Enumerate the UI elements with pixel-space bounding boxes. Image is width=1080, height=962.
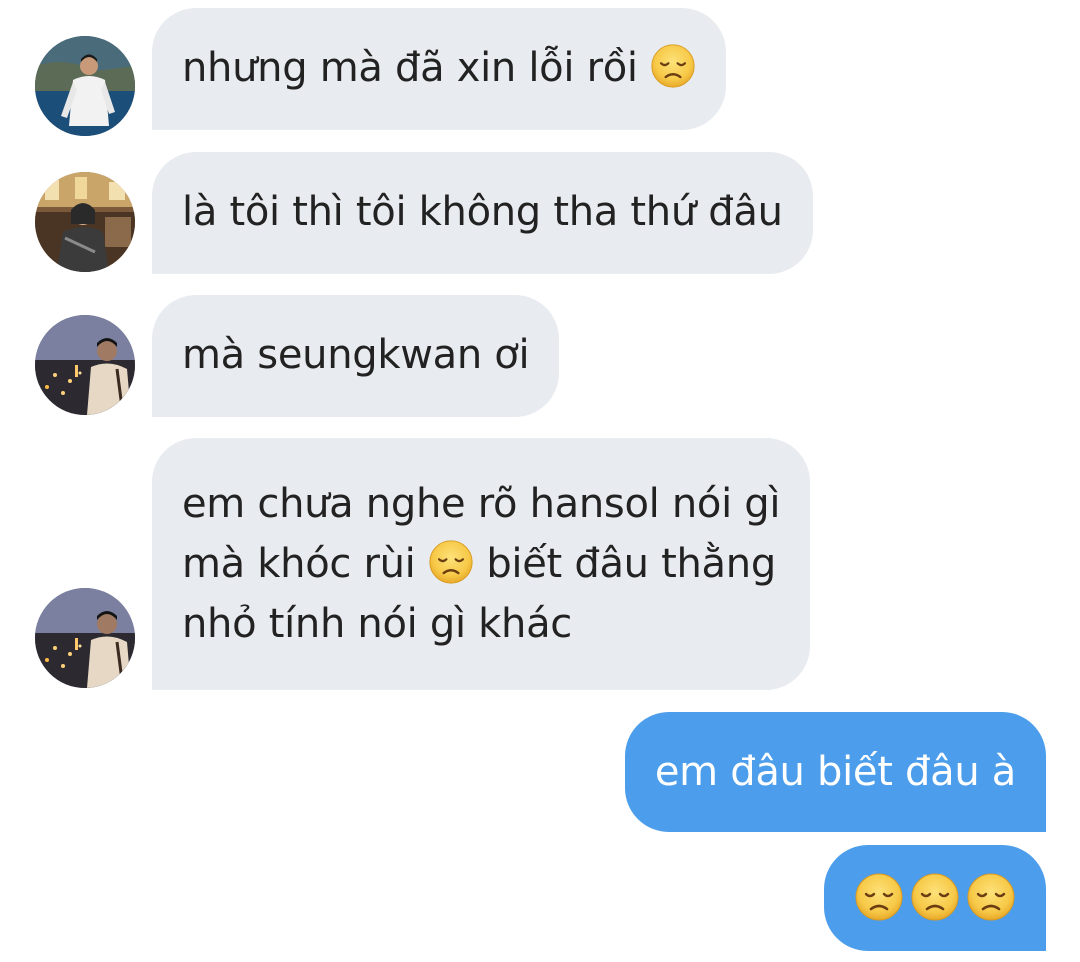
message-bubble-outgoing[interactable]: em đâu biết đâu à [624,712,1046,832]
avatar-man-night-city-icon[interactable] [35,315,135,415]
disappointed-face-icon [650,43,696,89]
chat-thread: nhưng mà đã xin lỗi rồi là tôi thì tôi k… [0,0,1080,962]
avatar-man-night-city-icon[interactable] [35,588,135,688]
message-bubble-outgoing[interactable] [824,845,1046,951]
message-row: mà seungkwan ơi [0,295,1080,417]
message-row: là tôi thì tôi không tha thứ đâu [0,152,1080,274]
message-text: mà seungkwan ơi [182,332,530,378]
message-text: là tôi thì tôi không tha thứ đâu [182,189,783,235]
disappointed-face-icon [428,539,474,585]
message-text: mà khóc rùi [182,541,416,587]
avatar-man-white-shirt-icon[interactable] [35,36,135,136]
message-text-line: em chưa nghe rõ hansol nói gì [182,481,781,527]
message-row [0,845,1080,951]
message-text: nhưng mà đã xin lỗi rồi [182,45,638,91]
message-bubble-incoming[interactable]: là tôi thì tôi không tha thứ đâu [152,152,813,274]
disappointed-face-icon [910,872,960,922]
message-text-line: nhỏ tính nói gì khác [182,601,572,647]
message-text: biết đâu thằng [486,541,776,587]
disappointed-face-icon [966,872,1016,922]
message-bubble-incoming[interactable]: nhưng mà đã xin lỗi rồi [152,8,727,130]
avatar-person-cafe-icon[interactable] [35,172,135,272]
message-text-line: mà khóc rùi biết đâu thằng [182,534,780,594]
message-text: em đâu biết đâu à [654,749,1016,795]
message-bubble-incoming[interactable]: mà seungkwan ơi [152,295,560,417]
emoji-group [854,865,1016,922]
message-row: em đâu biết đâu à [0,712,1080,832]
message-row: nhưng mà đã xin lỗi rồi [0,8,1080,136]
message-bubble-incoming[interactable]: em chưa nghe rõ hansol nói gì mà khóc rù… [152,438,811,690]
disappointed-face-icon [854,872,904,922]
message-row: em chưa nghe rõ hansol nói gì mà khóc rù… [0,438,1080,690]
